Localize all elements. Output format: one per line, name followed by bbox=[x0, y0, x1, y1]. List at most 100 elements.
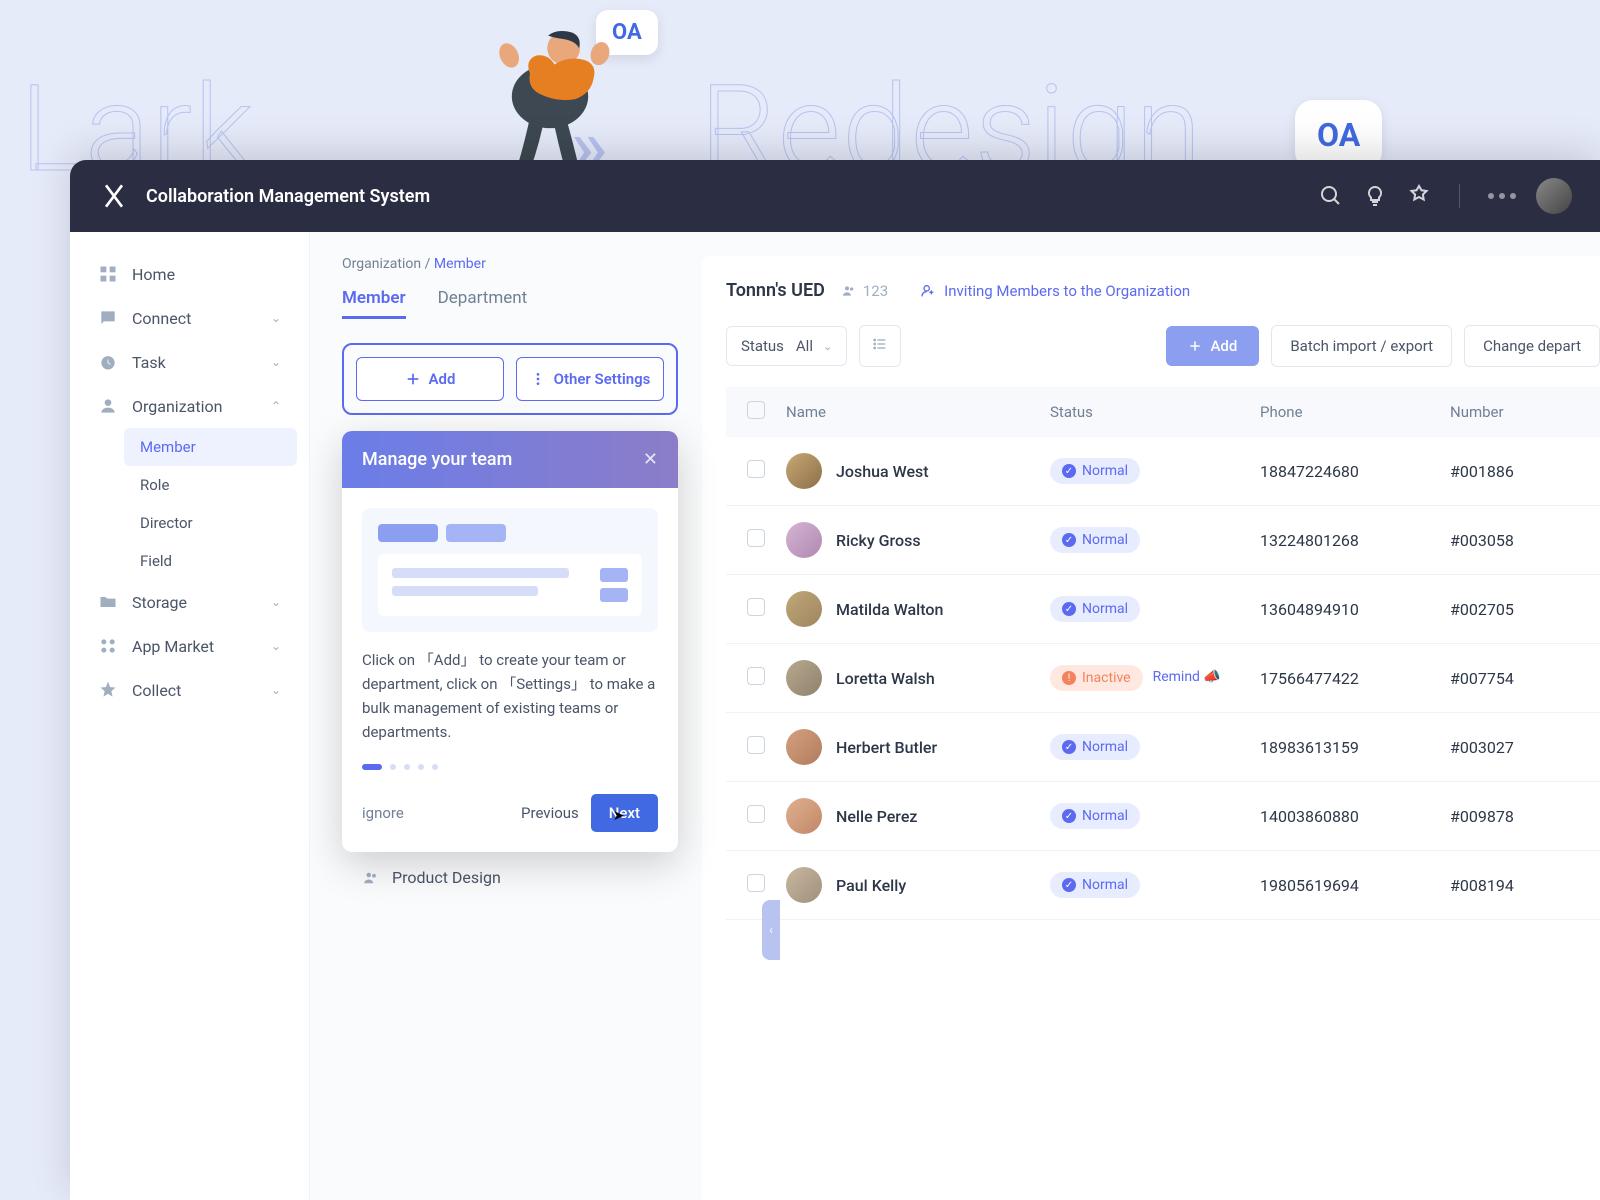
sidebar-sub-role[interactable]: Role bbox=[124, 466, 297, 504]
member-number: #003027 bbox=[1450, 738, 1600, 757]
status-badge: ✓Normal bbox=[1050, 872, 1140, 898]
member-phone: 17566477422 bbox=[1260, 669, 1450, 688]
sidebar-sub-member[interactable]: Member bbox=[124, 428, 297, 466]
status-icon: ✓ bbox=[1062, 602, 1076, 616]
sidebar-item-storage[interactable]: Storage ⌄ bbox=[82, 580, 297, 624]
collapse-handle[interactable]: ‹ bbox=[762, 900, 780, 960]
member-avatar bbox=[786, 867, 822, 903]
status-icon: ✓ bbox=[1062, 464, 1076, 478]
row-checkbox[interactable] bbox=[747, 805, 765, 823]
table-row[interactable]: Matilda Walton ✓Normal 13604894910 #0027… bbox=[726, 575, 1600, 644]
status-icon: ✓ bbox=[1062, 878, 1076, 892]
sidebar-label: Field bbox=[140, 552, 172, 570]
change-dept-button[interactable]: Change depart bbox=[1464, 325, 1600, 367]
member-name: Nelle Perez bbox=[836, 807, 917, 826]
table-body: Joshua West ✓Normal 18847224680 #001886 … bbox=[726, 437, 1600, 920]
sidebar-label: Director bbox=[140, 514, 193, 532]
sidebar-item-connect[interactable]: Connect ⌄ bbox=[82, 296, 297, 340]
chevron-down-icon: ⌄ bbox=[271, 683, 281, 697]
sidebar-label: Collect bbox=[132, 681, 181, 700]
sidebar-item-collect[interactable]: Collect ⌄ bbox=[82, 668, 297, 712]
user-icon bbox=[98, 396, 118, 416]
sidebar-label: App Market bbox=[132, 637, 214, 656]
status-badge: ✓Normal bbox=[1050, 527, 1140, 553]
table-row[interactable]: Joshua West ✓Normal 18847224680 #001886 bbox=[726, 437, 1600, 506]
member-number: #007754 bbox=[1450, 669, 1600, 688]
remind-link[interactable]: Remind 📣 bbox=[1153, 669, 1221, 685]
add-button[interactable]: Add bbox=[356, 357, 504, 401]
member-number: #002705 bbox=[1450, 600, 1600, 619]
sidebar-item-appmarket[interactable]: App Market ⌄ bbox=[82, 624, 297, 668]
member-number: #003058 bbox=[1450, 531, 1600, 550]
sidebar-label: Task bbox=[132, 353, 166, 372]
sidebar-label: Connect bbox=[132, 309, 191, 328]
batch-button[interactable]: Batch import / export bbox=[1271, 325, 1452, 367]
other-settings-button[interactable]: Other Settings bbox=[516, 357, 664, 401]
invite-link[interactable]: Inviting Members to the Organization bbox=[920, 282, 1190, 300]
product-design-item[interactable]: Product Design bbox=[342, 852, 678, 903]
member-name: Joshua West bbox=[836, 462, 929, 481]
app-title: Collaboration Management System bbox=[146, 186, 430, 207]
table-row[interactable]: Loretta Walsh !Inactive Remind 📣 1756647… bbox=[726, 644, 1600, 713]
status-icon: ✓ bbox=[1062, 533, 1076, 547]
next-button[interactable]: Next ➤ bbox=[591, 794, 658, 832]
member-avatar bbox=[786, 660, 822, 696]
select-all-checkbox[interactable] bbox=[747, 401, 765, 419]
add-member-button[interactable]: Add bbox=[1166, 326, 1259, 366]
bulb-icon[interactable] bbox=[1363, 184, 1387, 208]
clock-icon bbox=[98, 352, 118, 372]
member-phone: 18847224680 bbox=[1260, 462, 1450, 481]
tab-department[interactable]: Department bbox=[438, 288, 528, 319]
user-avatar[interactable] bbox=[1536, 178, 1572, 214]
onboarding-popover: Manage your team ✕ Click on 「Add」 to cre… bbox=[342, 431, 678, 852]
row-checkbox[interactable] bbox=[747, 598, 765, 616]
status-icon: ✓ bbox=[1062, 740, 1076, 754]
member-name: Ricky Gross bbox=[836, 531, 921, 550]
column-status[interactable]: Status bbox=[1050, 403, 1260, 421]
chevron-down-icon: ⌄ bbox=[271, 595, 281, 609]
sidebar: Home Connect ⌄ Task ⌄ Organization ⌃ Mem… bbox=[70, 232, 310, 1200]
table-row[interactable]: Herbert Butler ✓Normal 18983613159 #0030… bbox=[726, 713, 1600, 782]
member-name: Herbert Butler bbox=[836, 738, 937, 757]
member-avatar bbox=[786, 591, 822, 627]
previous-button[interactable]: Previous bbox=[521, 804, 579, 822]
status-badge: ✓Normal bbox=[1050, 596, 1140, 622]
table-row[interactable]: Nelle Perez ✓Normal 14003860880 #009878 bbox=[726, 782, 1600, 851]
member-number: #001886 bbox=[1450, 462, 1600, 481]
members-panel: Tonnn's UED 123 Inviting Members to the … bbox=[702, 256, 1600, 1200]
column-phone[interactable]: Phone bbox=[1260, 403, 1450, 421]
row-checkbox[interactable] bbox=[747, 460, 765, 478]
sidebar-label: Member bbox=[140, 438, 196, 456]
row-checkbox[interactable] bbox=[747, 874, 765, 892]
popover-title: Manage your team bbox=[362, 449, 512, 470]
table-row[interactable]: Ricky Gross ✓Normal 13224801268 #003058 bbox=[726, 506, 1600, 575]
column-number[interactable]: Number bbox=[1450, 403, 1600, 421]
ignore-button[interactable]: ignore bbox=[362, 804, 404, 822]
sidebar-item-task[interactable]: Task ⌄ bbox=[82, 340, 297, 384]
panel-title: Tonnn's UED bbox=[726, 280, 825, 301]
member-phone: 13604894910 bbox=[1260, 600, 1450, 619]
row-checkbox[interactable] bbox=[747, 667, 765, 685]
sidebar-sub-field[interactable]: Field bbox=[124, 542, 297, 580]
row-checkbox[interactable] bbox=[747, 529, 765, 547]
tab-member[interactable]: Member bbox=[342, 288, 406, 319]
settings-icon[interactable] bbox=[1407, 184, 1431, 208]
apps-icon bbox=[98, 636, 118, 656]
column-name[interactable]: Name bbox=[786, 403, 1050, 421]
sidebar-sub-director[interactable]: Director bbox=[124, 504, 297, 542]
close-icon[interactable]: ✕ bbox=[643, 449, 658, 470]
sidebar-label: Storage bbox=[132, 593, 187, 612]
table-row[interactable]: Paul Kelly ✓Normal 19805619694 #008194 bbox=[726, 851, 1600, 920]
breadcrumb-parent[interactable]: Organization bbox=[342, 256, 421, 272]
more-icon[interactable] bbox=[1488, 193, 1516, 199]
dots-vertical-icon bbox=[530, 371, 546, 387]
row-checkbox[interactable] bbox=[747, 736, 765, 754]
sidebar-item-organization[interactable]: Organization ⌃ bbox=[82, 384, 297, 428]
search-icon[interactable] bbox=[1319, 184, 1343, 208]
member-name: Paul Kelly bbox=[836, 876, 906, 895]
status-filter[interactable]: Status All ⌄ bbox=[726, 326, 847, 366]
app-window: Collaboration Management System Home Con… bbox=[70, 160, 1600, 1200]
list-icon bbox=[872, 336, 888, 352]
list-view-toggle[interactable] bbox=[859, 325, 901, 367]
sidebar-item-home[interactable]: Home bbox=[82, 252, 297, 296]
